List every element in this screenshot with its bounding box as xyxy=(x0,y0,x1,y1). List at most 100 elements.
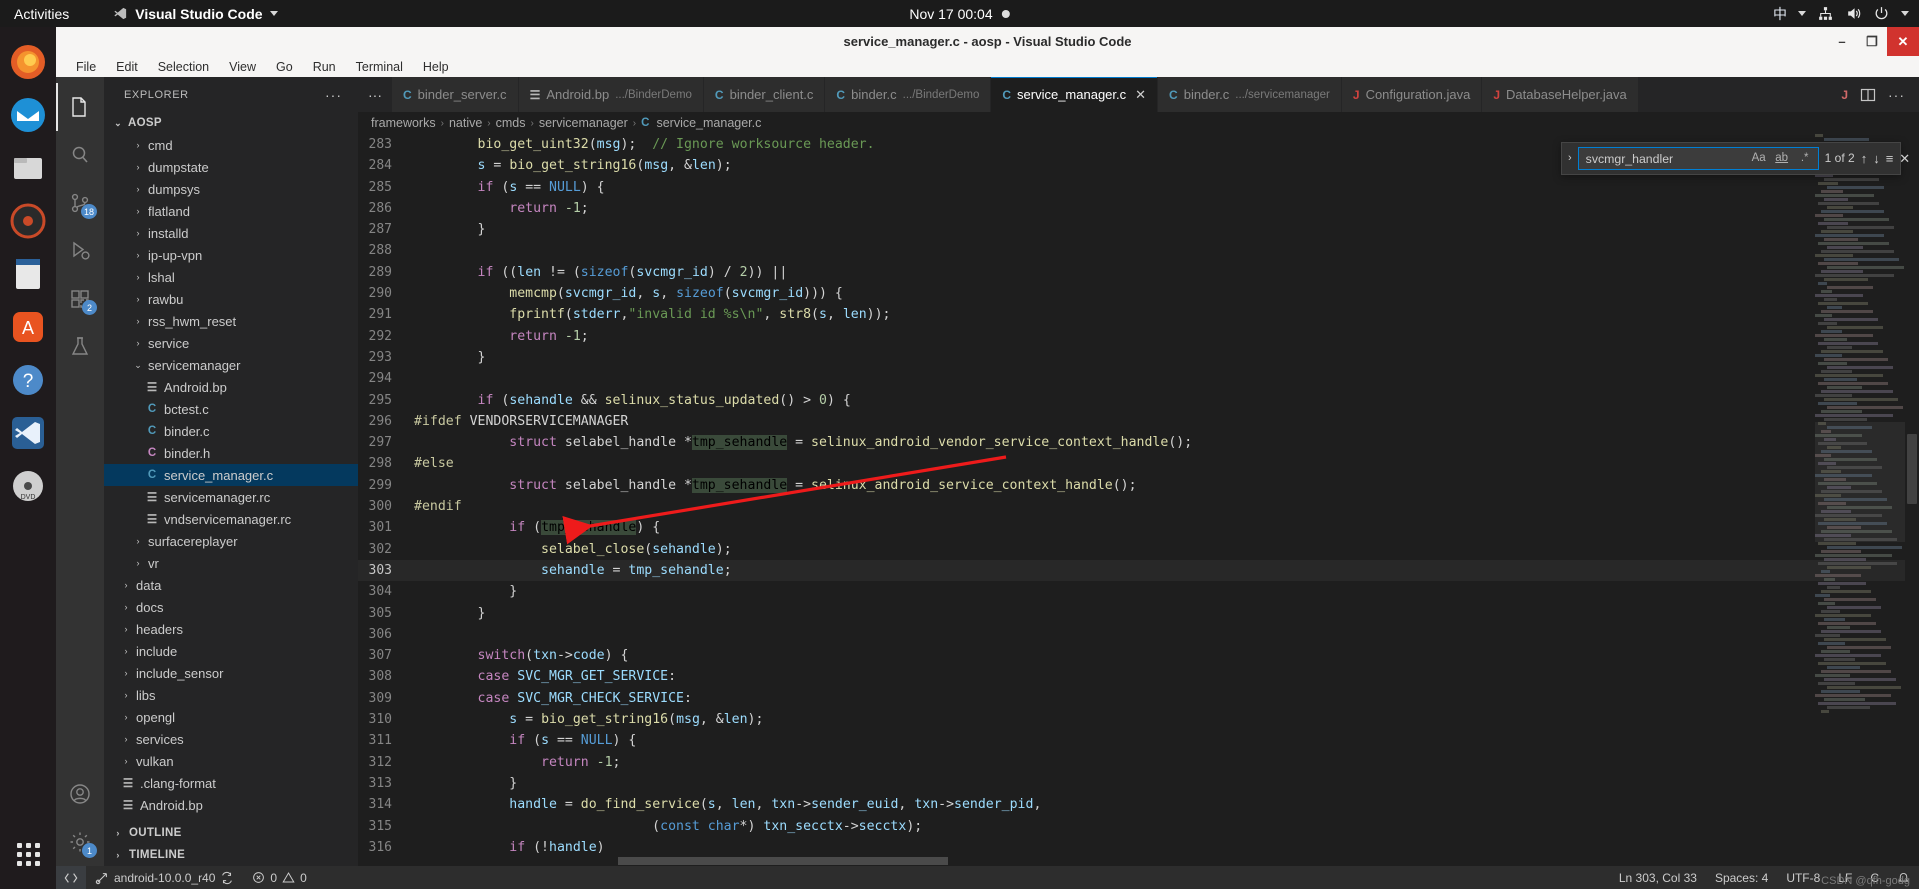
code-text[interactable]: switch(txn->code) { xyxy=(414,645,1919,666)
code-text[interactable]: struct selabel_handle *tmp_sehandle = se… xyxy=(414,432,1919,453)
editor-tab-binder-server-c[interactable]: Cbinder_server.c xyxy=(392,77,519,112)
code-line[interactable]: 290 memcmp(svcmgr_id, s, sizeof(svcmgr_i… xyxy=(358,283,1919,304)
editor-tab-binder-c[interactable]: Cbinder.c .../BinderDemo xyxy=(825,77,992,112)
dock-item-firefox[interactable] xyxy=(4,38,52,86)
power-icon[interactable] xyxy=(1873,5,1890,22)
tree-item-vr[interactable]: › vr xyxy=(104,552,358,574)
whole-word-icon[interactable]: ab xyxy=(1773,148,1791,169)
breadcrumb-item[interactable]: native xyxy=(449,116,482,130)
code-text[interactable]: if (s == NULL) { xyxy=(414,730,1919,751)
tree-item-servicemanager[interactable]: ⌄ servicemanager xyxy=(104,354,358,376)
editor-tab-service-manager-c[interactable]: Cservice_manager.c ✕ xyxy=(991,77,1159,112)
code-line[interactable]: 293 } xyxy=(358,347,1919,368)
find-input-wrapper[interactable]: Aa ab .* xyxy=(1577,147,1819,170)
code-line[interactable]: 305 } xyxy=(358,603,1919,624)
breadcrumb-item[interactable]: frameworks xyxy=(371,116,436,130)
menu-go[interactable]: Go xyxy=(266,60,303,74)
code-text[interactable]: if ((len != (sizeof(svcmgr_id) / 2)) || xyxy=(414,262,1919,283)
menu-help[interactable]: Help xyxy=(413,60,459,74)
code-text[interactable]: struct selabel_handle *tmp_sehandle = se… xyxy=(414,475,1919,496)
tree-item-binder-c[interactable]: Cbinder.c xyxy=(104,420,358,442)
tree-item-android-bp[interactable]: ☰ Android.bp xyxy=(104,794,358,816)
code-line[interactable]: 313 } xyxy=(358,773,1919,794)
maximize-button[interactable]: ❐ xyxy=(1857,27,1887,56)
dock-item-help[interactable]: ? xyxy=(4,356,52,404)
tree-item-installd[interactable]: › installd xyxy=(104,222,358,244)
horizontal-scrollbar-thumb[interactable] xyxy=(618,857,948,865)
code-text[interactable]: return -1; xyxy=(414,198,1919,219)
tree-item-services[interactable]: › services xyxy=(104,728,358,750)
tree-item--clang-format[interactable]: ☰ .clang-format xyxy=(104,772,358,794)
code-line[interactable]: 315 (const char*) txn_secctx->secctx); xyxy=(358,816,1919,837)
system-tray[interactable]: 中 xyxy=(1773,4,1909,24)
editor-tab-configuration-java[interactable]: J Configuration.java xyxy=(1341,77,1483,112)
code-line[interactable]: 303 sehandle = tmp_sehandle; xyxy=(358,559,1919,582)
code-line[interactable]: 297 struct selabel_handle *tmp_sehandle … xyxy=(358,432,1919,453)
activity-source-control[interactable]: 18 xyxy=(56,179,104,227)
find-previous-button[interactable]: ↑ xyxy=(1861,148,1868,169)
tree-item-include[interactable]: › include xyxy=(104,640,358,662)
code-text[interactable]: return -1; xyxy=(414,326,1919,347)
find-next-button[interactable]: ↓ xyxy=(1873,148,1880,169)
tree-item-surfacereplayer[interactable]: › surfacereplayer xyxy=(104,530,358,552)
breadcrumb-item[interactable]: servicemanager xyxy=(539,116,628,130)
code-line[interactable]: 286 return -1; xyxy=(358,198,1919,219)
activities-button[interactable]: Activities xyxy=(0,6,83,22)
sync-icon[interactable] xyxy=(220,871,234,885)
code-line[interactable]: 289 if ((len != (sizeof(svcmgr_id) / 2))… xyxy=(358,262,1919,283)
find-close-button[interactable]: ✕ xyxy=(1899,148,1910,169)
dock-item-files[interactable] xyxy=(4,144,52,192)
dock-item-thunderbird[interactable] xyxy=(4,91,52,139)
breadcrumb[interactable]: frameworks › native › cmds › servicemanager › Cs… xyxy=(358,112,1919,134)
tree-item-include-sensor[interactable]: › include_sensor xyxy=(104,662,358,684)
code-line[interactable]: 306 xyxy=(358,624,1919,645)
tree-item-libs[interactable]: › libs xyxy=(104,684,358,706)
code-line[interactable]: 308 case SVC_MGR_GET_SERVICE: xyxy=(358,666,1919,687)
code-text[interactable]: } xyxy=(414,773,1919,794)
tree-item-rawbu[interactable]: › rawbu xyxy=(104,288,358,310)
ime-chevron-down-icon[interactable] xyxy=(1798,11,1806,16)
code-text[interactable]: sehandle = tmp_sehandle; xyxy=(414,560,1919,581)
code-text[interactable]: } xyxy=(414,219,1919,240)
tree-item-dumpsys[interactable]: › dumpsys xyxy=(104,178,358,200)
tree-item-dumpstate[interactable]: › dumpstate xyxy=(104,156,358,178)
tree-item-headers[interactable]: › headers xyxy=(104,618,358,640)
find-input[interactable] xyxy=(1585,151,1745,166)
code-line[interactable]: 298 #else xyxy=(358,453,1919,474)
tree-item-service[interactable]: › service xyxy=(104,332,358,354)
code-text[interactable]: #else xyxy=(414,453,1919,474)
regex-icon[interactable]: .* xyxy=(1796,148,1814,169)
file-tree[interactable]: › cmd › dumpstate › dumpsys › flatland › installd… xyxy=(104,134,358,822)
code-line[interactable]: 311 if (s == NULL) { xyxy=(358,730,1919,751)
editor-scrollbar[interactable] xyxy=(1905,134,1919,856)
sidebar-more-icon[interactable]: ··· xyxy=(325,87,342,103)
find-expand-icon[interactable]: › xyxy=(1568,148,1572,169)
sidebar-section-timeline[interactable]: › TIMELINE xyxy=(104,844,358,866)
breadcrumb-item[interactable]: service_manager.c xyxy=(656,116,761,130)
tree-item-rss-hwm-reset[interactable]: › rss_hwm_reset xyxy=(104,310,358,332)
menu-selection[interactable]: Selection xyxy=(148,60,219,74)
code-line[interactable]: 300 #endif xyxy=(358,496,1919,517)
match-case-icon[interactable]: Aa xyxy=(1750,148,1768,169)
code-text[interactable]: } xyxy=(414,347,1919,368)
tree-item-bctest-c[interactable]: Cbctest.c xyxy=(104,398,358,420)
code-lines[interactable]: 283 bio_get_uint32(msg); // Ignore works… xyxy=(358,134,1919,856)
code-text[interactable]: selabel_close(sehandle); xyxy=(414,539,1919,560)
tree-item-data[interactable]: › data xyxy=(104,574,358,596)
find-widget[interactable]: › Aa ab .* 1 of 2 ↑ ↓ ≡ ✕ xyxy=(1561,142,1910,175)
code-text[interactable]: if (tmp_sehandle) { xyxy=(414,517,1919,538)
tree-item-vulkan[interactable]: › vulkan xyxy=(104,750,358,772)
code-text[interactable]: fprintf(stderr,"invalid id %s\n", str8(s… xyxy=(414,304,1919,325)
editor-tab-binder-client-c[interactable]: Cbinder_client.c xyxy=(703,77,826,112)
code-line[interactable]: 285 if (s == NULL) { xyxy=(358,177,1919,198)
dock-item-libreoffice-writer[interactable] xyxy=(4,250,52,298)
editor-tab-android-bp[interactable]: ☰ Android.bp .../BinderDemo xyxy=(518,77,704,112)
tree-item-opengl[interactable]: › opengl xyxy=(104,706,358,728)
code-text[interactable]: } xyxy=(414,581,1919,602)
code-line[interactable]: 296 #ifdef VENDORSERVICEMANAGER xyxy=(358,411,1919,432)
code-text[interactable]: #endif xyxy=(414,496,1919,517)
code-text[interactable]: (const char*) txn_secctx->secctx); xyxy=(414,816,1919,837)
code-text[interactable]: case SVC_MGR_GET_SERVICE: xyxy=(414,666,1919,687)
code-line[interactable]: 287 } xyxy=(358,219,1919,240)
minimize-button[interactable]: – xyxy=(1827,27,1857,56)
